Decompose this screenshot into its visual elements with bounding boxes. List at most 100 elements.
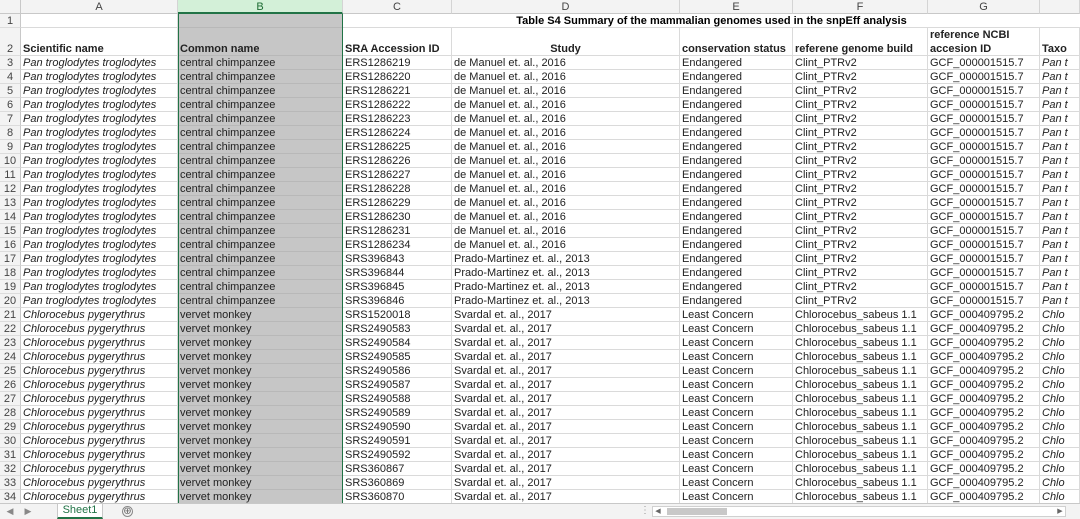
- table-cell[interactable]: GCF_000409795.2: [928, 420, 1040, 434]
- table-cell[interactable]: SRS2490586: [343, 364, 452, 378]
- table-cell[interactable]: GCF_000001515.7: [928, 294, 1040, 308]
- table-cell[interactable]: Pan t: [1040, 224, 1080, 238]
- table-cell[interactable]: Chlorocebus_sabeus 1.1: [793, 322, 928, 336]
- table-cell[interactable]: SRS396846: [343, 294, 452, 308]
- table-cell[interactable]: vervet monkey: [178, 434, 343, 448]
- row-header[interactable]: 13: [0, 196, 21, 210]
- table-cell[interactable]: SRS360867: [343, 462, 452, 476]
- table-cell[interactable]: ERS1286224: [343, 126, 452, 140]
- table-cell[interactable]: Chlorocebus_sabeus 1.1: [793, 490, 928, 503]
- header-cell[interactable]: conservation status: [680, 28, 793, 56]
- column-header-f[interactable]: F: [793, 0, 928, 14]
- table-cell[interactable]: Pan troglodytes troglodytes: [21, 56, 178, 70]
- table-cell[interactable]: Chlorocebus_sabeus 1.1: [793, 392, 928, 406]
- table-cell[interactable]: Chlo: [1040, 322, 1080, 336]
- table-cell[interactable]: Pan troglodytes troglodytes: [21, 280, 178, 294]
- row-header[interactable]: 30: [0, 434, 21, 448]
- table-cell[interactable]: de Manuel et. al., 2016: [452, 210, 680, 224]
- table-cell[interactable]: SRS396845: [343, 280, 452, 294]
- table-cell[interactable]: Prado-Martinez et. al., 2013: [452, 266, 680, 280]
- table-cell[interactable]: GCF_000001515.7: [928, 224, 1040, 238]
- table-cell[interactable]: ERS1286222: [343, 98, 452, 112]
- table-cell[interactable]: vervet monkey: [178, 490, 343, 503]
- sheet-tab-sheet1[interactable]: Sheet1: [57, 504, 103, 519]
- table-cell[interactable]: vervet monkey: [178, 476, 343, 490]
- table-cell[interactable]: Clint_PTRv2: [793, 294, 928, 308]
- table-cell[interactable]: vervet monkey: [178, 406, 343, 420]
- table-cell[interactable]: central chimpanzee: [178, 280, 343, 294]
- table-cell[interactable]: vervet monkey: [178, 378, 343, 392]
- table-cell[interactable]: Chlorocebus pygerythrus: [21, 350, 178, 364]
- select-all-corner[interactable]: [0, 0, 21, 14]
- table-cell[interactable]: Svardal et. al., 2017: [452, 364, 680, 378]
- table-cell[interactable]: central chimpanzee: [178, 98, 343, 112]
- table-cell[interactable]: GCF_000001515.7: [928, 168, 1040, 182]
- table-cell[interactable]: ERS1286219: [343, 56, 452, 70]
- table-cell[interactable]: GCF_000001515.7: [928, 280, 1040, 294]
- table-cell[interactable]: GCF_000409795.2: [928, 476, 1040, 490]
- table-cell[interactable]: ERS1286227: [343, 168, 452, 182]
- table-cell[interactable]: Endangered: [680, 294, 793, 308]
- row-header[interactable]: 8: [0, 126, 21, 140]
- table-cell[interactable]: de Manuel et. al., 2016: [452, 112, 680, 126]
- table-cell[interactable]: Endangered: [680, 224, 793, 238]
- table-cell[interactable]: Pan troglodytes troglodytes: [21, 140, 178, 154]
- table-cell[interactable]: GCF_000001515.7: [928, 56, 1040, 70]
- header-cell[interactable]: referene genome build: [793, 28, 928, 56]
- table-cell[interactable]: vervet monkey: [178, 336, 343, 350]
- header-cell[interactable]: reference NCBI accesion ID: [928, 28, 1040, 56]
- table-cell[interactable]: Clint_PTRv2: [793, 168, 928, 182]
- table-cell[interactable]: Chlorocebus pygerythrus: [21, 462, 178, 476]
- table-cell[interactable]: central chimpanzee: [178, 84, 343, 98]
- table-cell[interactable]: central chimpanzee: [178, 70, 343, 84]
- table-cell[interactable]: SRS396843: [343, 252, 452, 266]
- table-cell[interactable]: Chlorocebus_sabeus 1.1: [793, 406, 928, 420]
- cell[interactable]: [21, 14, 178, 28]
- header-cell[interactable]: Taxo: [1040, 28, 1080, 56]
- table-cell[interactable]: Least Concern: [680, 476, 793, 490]
- table-cell[interactable]: Clint_PTRv2: [793, 252, 928, 266]
- table-cell[interactable]: Chlorocebus pygerythrus: [21, 336, 178, 350]
- table-cell[interactable]: Endangered: [680, 168, 793, 182]
- table-cell[interactable]: vervet monkey: [178, 308, 343, 322]
- table-cell[interactable]: Prado-Martinez et. al., 2013: [452, 280, 680, 294]
- table-cell[interactable]: Svardal et. al., 2017: [452, 406, 680, 420]
- table-cell[interactable]: vervet monkey: [178, 364, 343, 378]
- column-header-b[interactable]: B: [178, 0, 343, 14]
- table-cell[interactable]: central chimpanzee: [178, 140, 343, 154]
- table-cell[interactable]: ERS1286223: [343, 112, 452, 126]
- row-header[interactable]: 29: [0, 420, 21, 434]
- table-cell[interactable]: Svardal et. al., 2017: [452, 392, 680, 406]
- table-cell[interactable]: Chlo: [1040, 420, 1080, 434]
- table-cell[interactable]: Least Concern: [680, 350, 793, 364]
- table-cell[interactable]: Endangered: [680, 56, 793, 70]
- table-cell[interactable]: SRS2490589: [343, 406, 452, 420]
- table-cell[interactable]: Pan t: [1040, 154, 1080, 168]
- table-cell[interactable]: Clint_PTRv2: [793, 140, 928, 154]
- table-cell[interactable]: Chlorocebus_sabeus 1.1: [793, 336, 928, 350]
- table-cell[interactable]: Clint_PTRv2: [793, 126, 928, 140]
- table-cell[interactable]: Least Concern: [680, 322, 793, 336]
- table-cell[interactable]: SRS2490591: [343, 434, 452, 448]
- row-header[interactable]: 20: [0, 294, 21, 308]
- table-cell[interactable]: Pan t: [1040, 98, 1080, 112]
- table-cell[interactable]: Least Concern: [680, 336, 793, 350]
- table-cell[interactable]: central chimpanzee: [178, 112, 343, 126]
- table-cell[interactable]: Clint_PTRv2: [793, 182, 928, 196]
- table-cell[interactable]: SRS1520018: [343, 308, 452, 322]
- table-cell[interactable]: Pan troglodytes troglodytes: [21, 224, 178, 238]
- table-cell[interactable]: de Manuel et. al., 2016: [452, 238, 680, 252]
- table-cell[interactable]: central chimpanzee: [178, 294, 343, 308]
- table-cell[interactable]: central chimpanzee: [178, 56, 343, 70]
- table-cell[interactable]: SRS2490583: [343, 322, 452, 336]
- table-cell[interactable]: central chimpanzee: [178, 252, 343, 266]
- prev-sheet-icon[interactable]: ◀: [4, 506, 16, 517]
- table-cell[interactable]: Pan t: [1040, 294, 1080, 308]
- table-cell[interactable]: Pan t: [1040, 196, 1080, 210]
- table-cell[interactable]: ERS1286231: [343, 224, 452, 238]
- row-header[interactable]: 12: [0, 182, 21, 196]
- table-cell[interactable]: Least Concern: [680, 434, 793, 448]
- table-cell[interactable]: Endangered: [680, 182, 793, 196]
- table-cell[interactable]: Least Concern: [680, 448, 793, 462]
- table-cell[interactable]: Chlo: [1040, 364, 1080, 378]
